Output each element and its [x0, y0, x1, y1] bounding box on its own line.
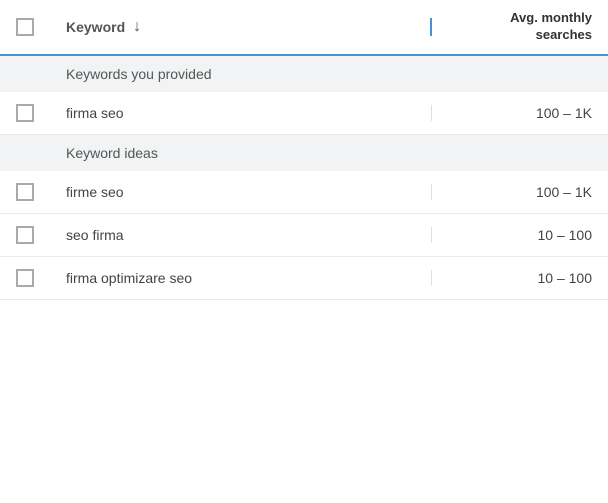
row-searches: 10 – 100	[432, 270, 592, 286]
row-checkbox[interactable]	[16, 226, 34, 244]
table-row: seo firma 10 – 100	[0, 214, 608, 257]
keyword-table: Keyword ↓ Avg. monthly searches Keywords…	[0, 0, 608, 300]
select-all-checkbox[interactable]	[16, 18, 34, 36]
row-checkbox[interactable]	[16, 183, 34, 201]
table-row: firma optimizare seo 10 – 100	[0, 257, 608, 300]
row-searches: 100 – 1K	[432, 105, 592, 121]
searches-column-header: Avg. monthly searches	[432, 10, 592, 44]
row-checkbox[interactable]	[16, 269, 34, 287]
row-checkbox-col	[16, 104, 66, 122]
header-keyword-col: Keyword ↓	[66, 18, 432, 36]
row-checkbox-col	[16, 269, 66, 287]
header-checkbox-col	[16, 18, 66, 36]
keyword-column-header: Keyword	[66, 19, 125, 35]
searches-label-line1: Avg. monthly	[510, 10, 592, 25]
row-searches: 100 – 1K	[432, 184, 592, 200]
section-header-provided: Keywords you provided	[0, 56, 608, 92]
row-keyword: firme seo	[66, 184, 432, 200]
row-keyword: firma optimizare seo	[66, 270, 432, 286]
section-header-ideas: Keyword ideas	[0, 135, 608, 171]
row-checkbox-col	[16, 183, 66, 201]
searches-label-line2: searches	[536, 27, 592, 42]
sort-arrow-icon[interactable]: ↓	[133, 18, 141, 36]
row-keyword: firma seo	[66, 105, 432, 121]
row-searches: 10 – 100	[432, 227, 592, 243]
table-header: Keyword ↓ Avg. monthly searches	[0, 0, 608, 56]
table-row: firme seo 100 – 1K	[0, 171, 608, 214]
table-row: firma seo 100 – 1K	[0, 92, 608, 135]
row-checkbox-col	[16, 226, 66, 244]
row-keyword: seo firma	[66, 227, 432, 243]
row-checkbox[interactable]	[16, 104, 34, 122]
